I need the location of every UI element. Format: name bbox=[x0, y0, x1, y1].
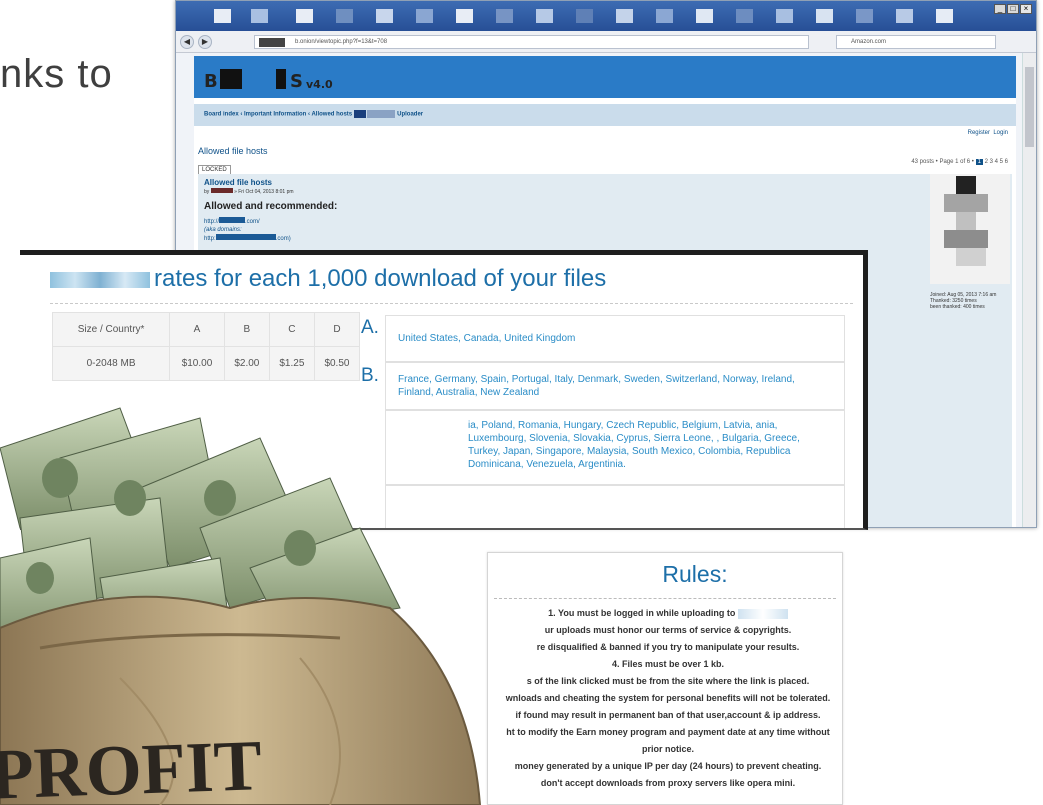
logo-right: S bbox=[290, 71, 303, 92]
table-cell: $2.00 bbox=[223, 346, 270, 381]
topic-title[interactable]: Allowed file hosts bbox=[194, 140, 1016, 158]
table-cell: $0.50 bbox=[313, 346, 361, 381]
rule-item: s of the link clicked must be from the s… bbox=[526, 676, 810, 686]
forum-header: B S v4.0 bbox=[194, 56, 1016, 98]
table-cell: $1.25 bbox=[268, 346, 315, 381]
table-header: B bbox=[223, 312, 270, 347]
register-link[interactable]: Register bbox=[968, 130, 990, 136]
rule-item: wnloads and cheating the system for pers… bbox=[505, 693, 831, 703]
post-heading: Allowed and recommended: bbox=[204, 201, 338, 212]
logo-left: B bbox=[204, 71, 218, 92]
page-6[interactable]: 6 bbox=[1005, 159, 1008, 165]
close-button[interactable]: × bbox=[1020, 4, 1032, 14]
redacted-block bbox=[210, 188, 233, 193]
rule-item: ur uploads must honor our terms of servi… bbox=[544, 625, 792, 635]
rule-item: if found may result in permanent ban of … bbox=[515, 710, 821, 720]
redacted-block bbox=[259, 38, 285, 47]
auth-links: Register Login bbox=[194, 126, 1016, 140]
rules-title: Rules: bbox=[662, 561, 728, 587]
page-5[interactable]: 5 bbox=[1000, 159, 1003, 165]
scroll-thumb[interactable] bbox=[1025, 67, 1034, 147]
divider bbox=[50, 303, 853, 304]
table-cell: $10.00 bbox=[169, 346, 225, 381]
page-3[interactable]: 3 bbox=[990, 159, 993, 165]
rates-table: Size / Country* A B C D 0-2048 MB $10.00… bbox=[51, 312, 361, 381]
search-bar[interactable]: Amazon.com bbox=[836, 35, 996, 49]
rule-item: prior notice. bbox=[641, 744, 694, 754]
logo-version: v4.0 bbox=[306, 78, 333, 91]
pagination: 43 posts • Page 1 of 6 • 1 2 3 4 5 6 bbox=[911, 159, 1008, 165]
bag-label: PROFIT bbox=[0, 725, 263, 805]
redacted-block bbox=[220, 69, 242, 89]
page-4[interactable]: 4 bbox=[995, 159, 998, 165]
page-1[interactable]: 1 bbox=[975, 159, 983, 165]
nav-bar: ◀ ▶ b.onion/viewtopic.php?f=13&t=708 Ama… bbox=[176, 31, 1036, 53]
redacted-block bbox=[219, 217, 246, 223]
table-row: 0-2048 MB $10.00 $2.00 $1.25 $0.50 bbox=[51, 346, 361, 381]
rule-item: 4. Files must be over 1 kb. bbox=[611, 659, 725, 669]
address-bar[interactable]: b.onion/viewtopic.php?f=13&t=708 bbox=[254, 35, 809, 49]
table-header: D bbox=[313, 312, 361, 347]
redacted-block bbox=[353, 110, 366, 118]
table-header: Size / Country* bbox=[51, 312, 171, 347]
divider bbox=[494, 598, 836, 599]
back-icon[interactable]: ◀ bbox=[180, 34, 194, 49]
rule-item: re disqualified & banned if you try to m… bbox=[536, 642, 800, 652]
rule-item: don't accept downloads from proxy server… bbox=[540, 778, 796, 788]
minimize-button[interactable]: _ bbox=[994, 4, 1006, 14]
breadcrumb-start[interactable]: Board index ‹ Important Information ‹ Al… bbox=[204, 112, 352, 118]
group-letter-a: A. bbox=[361, 317, 379, 338]
rates-title: rates for each 1,000 download of your fi… bbox=[50, 265, 606, 293]
country-group-a: United States, Canada, United Kingdom bbox=[385, 315, 845, 362]
redacted-block bbox=[215, 234, 276, 240]
profile-info: Joined: Aug 05, 2013 7:16 am Thanked: 32… bbox=[930, 292, 997, 310]
blurred-logo bbox=[50, 271, 150, 288]
slide-text: nks to bbox=[0, 52, 113, 96]
rule-item: money generated by a unique IP per day (… bbox=[514, 761, 822, 771]
page-2[interactable]: 2 bbox=[985, 159, 988, 165]
redacted-block bbox=[276, 69, 286, 89]
avatar bbox=[930, 174, 1010, 284]
breadcrumb: Board index ‹ Important Information ‹ Al… bbox=[194, 104, 1016, 126]
table-header-row: Size / Country* A B C D bbox=[51, 312, 361, 347]
post-meta: by » Fri Oct 04, 2013 8:01 pm bbox=[204, 188, 294, 195]
table-header: A bbox=[169, 312, 225, 347]
title-bar: _ □ × bbox=[176, 1, 1036, 31]
scrollbar[interactable] bbox=[1022, 53, 1036, 527]
maximize-button[interactable]: □ bbox=[1007, 4, 1019, 14]
forward-icon[interactable]: ▶ bbox=[198, 34, 212, 49]
rules-panel: Rules: 1. You must be logged in while up… bbox=[487, 552, 843, 805]
login-link[interactable]: Login bbox=[993, 130, 1008, 136]
blurred-site-name bbox=[737, 608, 788, 619]
breadcrumb-end[interactable]: Uploader bbox=[397, 112, 423, 118]
money-bag-image: PROFIT bbox=[0, 407, 482, 805]
redacted-block bbox=[367, 110, 396, 118]
post-links: http://.com/ (aka domains: http: .com) bbox=[204, 217, 291, 242]
table-header: C bbox=[268, 312, 315, 347]
table-cell: 0-2048 MB bbox=[51, 346, 171, 381]
post-title[interactable]: Allowed file hosts bbox=[198, 174, 1012, 187]
rule-item: ht to modify the Earn money program and … bbox=[506, 727, 830, 737]
rule-item: 1. You must be logged in while uploading… bbox=[488, 605, 842, 622]
